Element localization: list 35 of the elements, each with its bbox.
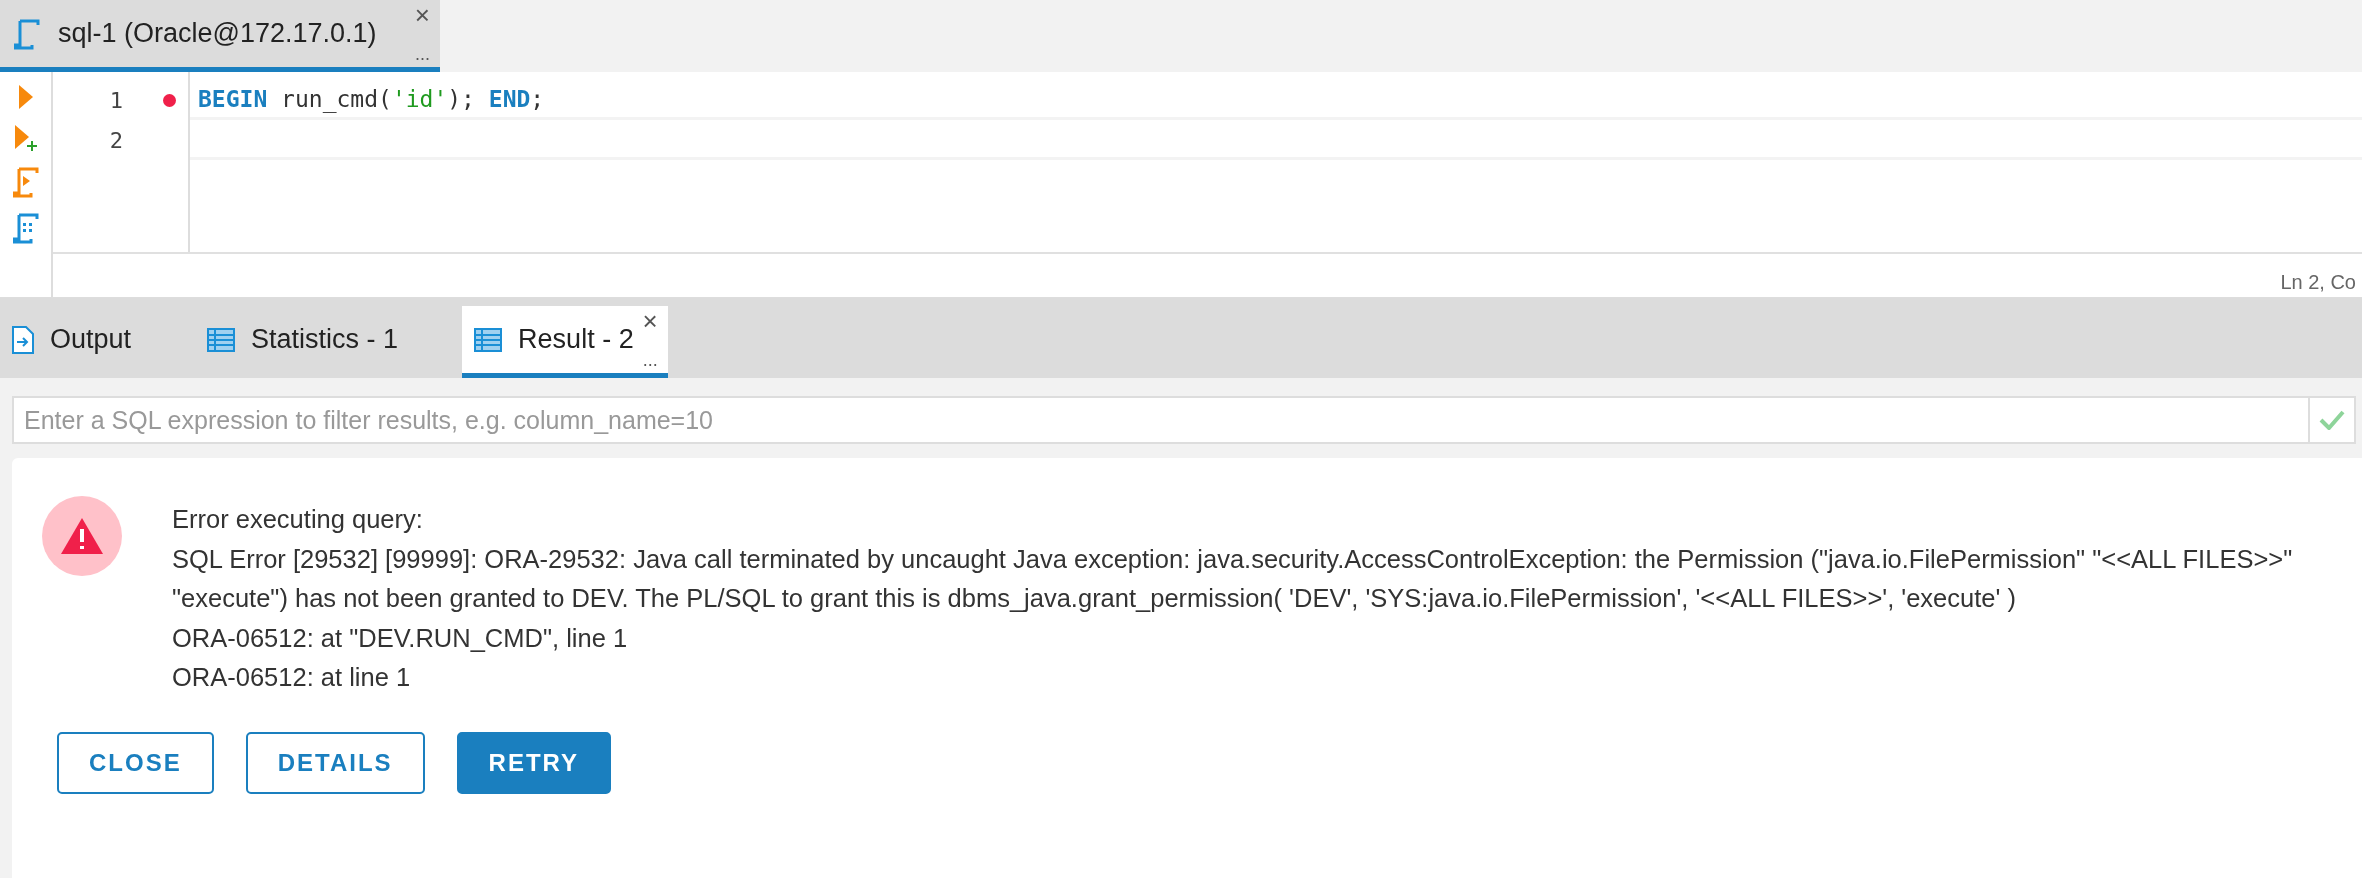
- close-button[interactable]: CLOSE: [57, 731, 214, 794]
- script-icon: [14, 17, 40, 50]
- error-message: Error executing query:: [172, 504, 424, 535]
- table-icon: [474, 327, 503, 352]
- details-button[interactable]: DETAILS: [245, 731, 425, 794]
- line-number: 1: [108, 87, 123, 113]
- cursor-position: Ln 2, Co: [2280, 271, 2356, 294]
- table-icon: [207, 327, 236, 352]
- tab-title: sql-1 (Oracle@172.17.0.1): [58, 18, 377, 49]
- code-line: BEGIN run_cmd('id'); END;: [198, 85, 545, 112]
- play-icon[interactable]: [17, 84, 34, 110]
- retry-button[interactable]: RETRY: [456, 731, 612, 794]
- script-play-icon[interactable]: [12, 166, 39, 198]
- result-tab[interactable]: Statistics - 1: [195, 306, 433, 378]
- check-icon[interactable]: [2319, 410, 2345, 430]
- result-tab[interactable]: Result - 2 × ...: [462, 306, 668, 378]
- line-number: 2: [108, 127, 123, 153]
- error-message: ORA-06512: at "DEV.RUN_CMD", line 1: [172, 622, 629, 654]
- tab-label: Result - 2: [518, 324, 634, 355]
- error-message: SQL Error [29532] [99999]: ORA-29532: Java call terminated by uncaught Java exception: java.security.AccessControlException: the Permission ("java.io.FilePermission" "<<ALL FILES>>" "execute") has not been granted to DEV. The PL/SQL to grant this is dbms_java.grant_permission( 'DEV', 'SYS:java.io.FilePermission', '<<ALL FILES>>', 'execute' ): [172, 543, 2294, 614]
- filter-field[interactable]: Enter a SQL expression to filter results, e.g. column_name=10: [12, 396, 2308, 444]
- tab-label: Statistics - 1: [251, 324, 399, 355]
- close-icon[interactable]: ×: [642, 308, 658, 334]
- error-message: ORA-06512: at line 1: [172, 662, 412, 693]
- result-tab[interactable]: Output: [0, 306, 166, 378]
- tab-label: Output: [50, 324, 132, 355]
- document-icon: [12, 325, 34, 354]
- script-grid-icon[interactable]: [12, 212, 39, 244]
- play-plus-icon[interactable]: [13, 124, 38, 152]
- warning-icon: [60, 517, 104, 555]
- more-icon[interactable]: ...: [415, 45, 430, 63]
- breakpoint-dot[interactable]: [163, 93, 176, 107]
- close-icon[interactable]: ×: [414, 2, 430, 28]
- editor-tab[interactable]: sql-1 (Oracle@172.17.0.1) × ...: [0, 0, 440, 72]
- more-icon[interactable]: ...: [642, 351, 658, 369]
